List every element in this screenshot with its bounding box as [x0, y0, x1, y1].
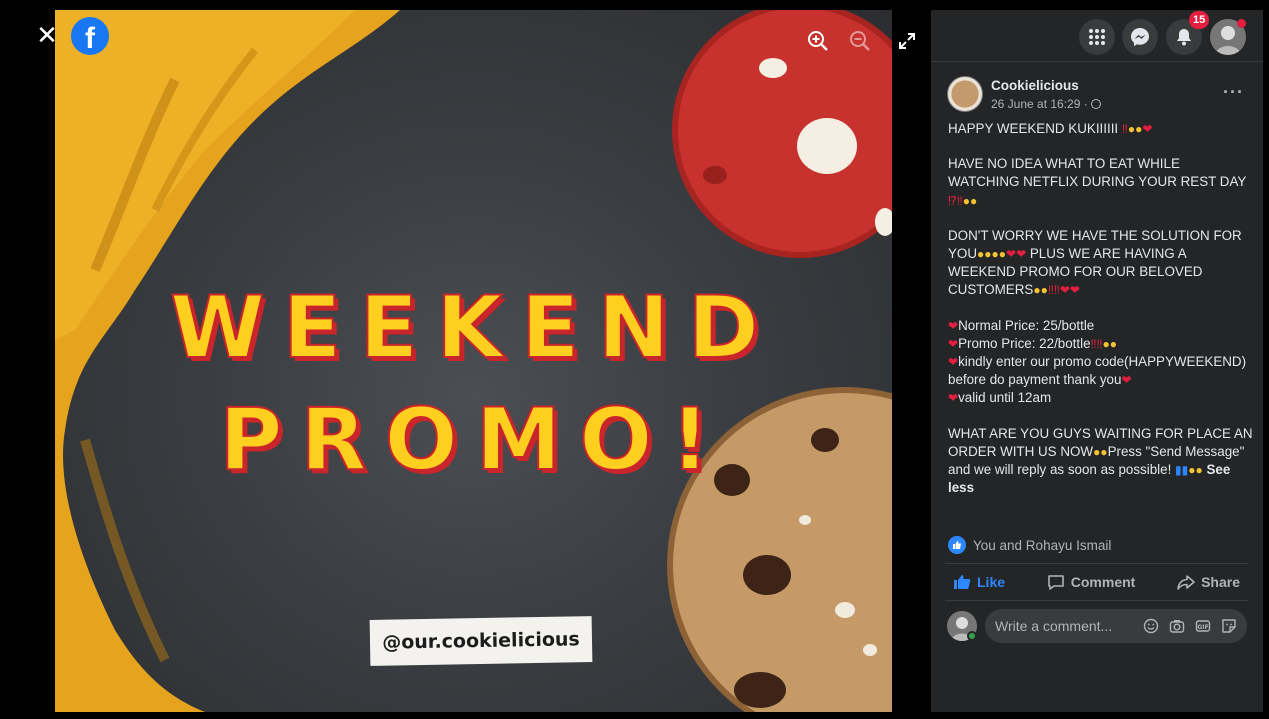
share-label: Share — [1201, 574, 1240, 590]
instagram-handle-tag: @our.cookielicious — [369, 616, 593, 666]
close-viewer-button[interactable]: ✕ — [34, 22, 60, 48]
gif-icon[interactable]: GIF — [1194, 617, 1212, 635]
photo-viewer: WEEKEND PROMO! @our.cookielicious ✕ f — [0, 0, 931, 719]
page-avatar[interactable] — [947, 76, 983, 112]
heart-icon: ❤ — [948, 318, 959, 333]
post-side-panel: 15 Cookielicious 26 June at 16:29 · ··· … — [931, 10, 1263, 712]
comment-bubble-icon — [1047, 575, 1064, 590]
like-label: Like — [977, 574, 1006, 590]
face-emoji-icon: ●●●● — [977, 247, 1007, 262]
like-button[interactable]: Like — [945, 574, 1013, 590]
face-emoji-icon: ●● — [1093, 444, 1108, 459]
svg-text:GIF: GIF — [1197, 624, 1208, 631]
interrobang-icon: ⁉‼ — [948, 193, 963, 208]
notification-count-badge: 15 — [1189, 11, 1210, 29]
emoji-icon[interactable] — [1142, 617, 1160, 635]
comment-label: Comment — [1070, 574, 1136, 590]
yum-face-icon: ●● — [1127, 122, 1143, 136]
heart-icon: ❤ — [948, 355, 959, 370]
zoom-in-icon[interactable] — [805, 28, 831, 54]
post-paragraph: ❤Normal Price: 25/bottle ❤Promo Price: 2… — [948, 317, 1253, 408]
post-paragraph: HAVE NO IDEA WHAT TO EAT WHILE WATCHING … — [948, 155, 1253, 210]
post-photo[interactable]: WEEKEND PROMO! @our.cookielicious — [55, 10, 892, 712]
face-emoji-icon: ●● — [1188, 463, 1203, 478]
sticker-icon[interactable] — [1220, 617, 1238, 635]
top-navigation-bar: 15 — [931, 10, 1263, 62]
messenger-icon[interactable] — [1122, 19, 1158, 55]
comment-composer: GIF — [947, 609, 1247, 643]
headline-weekend: WEEKEND — [169, 277, 778, 379]
comment-tools: GIF — [1142, 617, 1238, 635]
thumbs-up-icon — [954, 575, 971, 589]
heart-icon: ❤ — [948, 336, 959, 351]
star-eyes-icon: ●● — [1033, 283, 1048, 298]
share-arrow-icon — [1177, 575, 1195, 590]
account-alert-dot — [1237, 19, 1246, 28]
facebook-logo[interactable]: f — [71, 17, 109, 55]
post-line: valid until 12am — [958, 390, 1052, 406]
double-exclamation-icon: ‼‼❤❤ — [1047, 283, 1080, 298]
double-exclamation-icon: ‼‼ — [1090, 336, 1103, 351]
like-reaction-icon — [948, 536, 966, 554]
post-line: HAPPY WEEKEND KUKIIIIII — [948, 121, 1119, 136]
thinking-face-icon: ●● — [962, 193, 978, 208]
post-line: HAVE NO IDEA WHAT TO EAT WHILE WATCHING … — [948, 156, 1247, 190]
post-text: HAPPY WEEKEND KUKIIIIII ‼●●❤ HAVE NO IDE… — [948, 120, 1253, 497]
post-paragraph: DON'T WORRY WE HAVE THE SOLUTION FOR YOU… — [948, 227, 1253, 300]
post-actions-bar: Like Comment Share — [945, 563, 1248, 601]
fullscreen-icon[interactable] — [896, 30, 918, 52]
heart-icon: ❤ — [1142, 122, 1153, 136]
online-status-dot — [967, 631, 977, 641]
heart-icon: ❤ — [948, 391, 959, 406]
heart-icon: ❤ — [1121, 373, 1132, 388]
headline-promo: PROMO! — [218, 389, 728, 491]
post-line: Promo Price: 22/bottle — [958, 335, 1091, 351]
menu-grid-icon[interactable] — [1079, 19, 1115, 55]
page-name[interactable]: Cookielicious — [991, 78, 1079, 93]
camera-icon[interactable] — [1168, 617, 1186, 635]
post-timestamp[interactable]: 26 June at 16:29 · — [991, 97, 1101, 111]
post-paragraph: WHAT ARE YOU GUYS WAITING FOR PLACE AN O… — [948, 425, 1253, 498]
more-options-button[interactable]: ··· — [1223, 82, 1244, 103]
post-paragraph: HAPPY WEEKEND KUKIIIIII ‼●●❤ — [948, 120, 1253, 138]
phone-icon: ▮▮ — [1175, 463, 1189, 478]
reactions-text[interactable]: You and Rohayu Ismail — [973, 538, 1111, 553]
share-button[interactable]: Share — [1169, 573, 1248, 591]
public-globe-icon — [1090, 99, 1101, 109]
post-line: kindly enter our promo code(HAPPYWEEKEND… — [948, 354, 1247, 388]
post-line: Normal Price: 25/bottle — [958, 317, 1095, 333]
zoom-out-icon[interactable] — [847, 28, 873, 54]
comment-button[interactable]: Comment — [1039, 573, 1144, 591]
scream-face-icon: ●● — [1102, 336, 1118, 351]
reactions-summary[interactable]: You and Rohayu Ismail — [948, 535, 1111, 555]
post-header: Cookielicious 26 June at 16:29 · ··· — [947, 76, 1247, 116]
post-time-text[interactable]: 26 June at 16:29 · — [991, 97, 1088, 111]
heart-icon: ❤❤ — [1006, 247, 1027, 262]
